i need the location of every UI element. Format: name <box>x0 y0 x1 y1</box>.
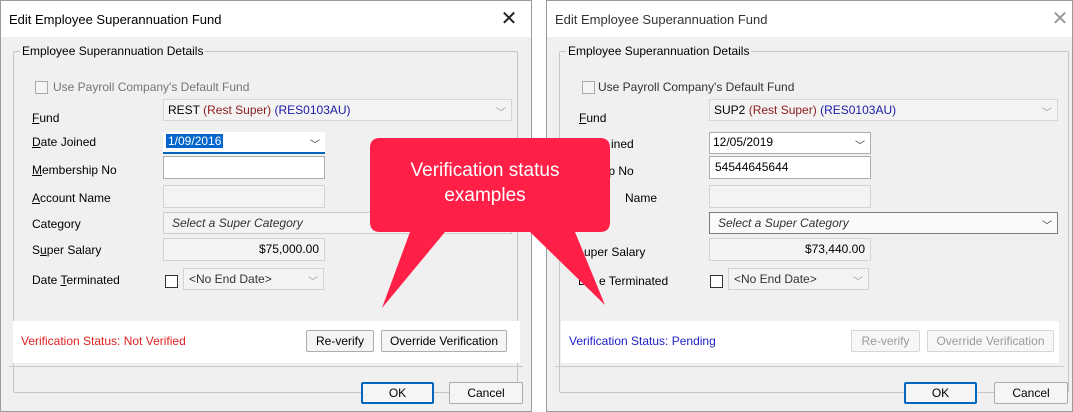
account-name-label: Account Name <box>32 191 111 205</box>
fund-usi: (RES0103AU) <box>820 103 897 117</box>
date-terminated-checkbox[interactable] <box>710 275 723 288</box>
end-date-value: <No End Date> <box>734 272 817 286</box>
date-joined-input[interactable]: 12/05/2019 ﹀ <box>709 132 871 154</box>
super-salary-input[interactable]: $73,440.00 <box>709 238 871 261</box>
reverify-button[interactable]: Re-verify <box>306 330 374 352</box>
footer-divider <box>9 366 523 367</box>
verification-status: Verification Status: Not Verified <box>21 334 186 348</box>
super-salary-input[interactable]: $75,000.00 <box>163 238 325 261</box>
close-icon[interactable]: ✕ <box>1048 7 1072 31</box>
category-placeholder: Select a Super Category <box>718 216 849 230</box>
category-select[interactable]: Select a Super Category <box>163 212 512 234</box>
membership-no-label: Membership No <box>32 163 117 177</box>
ok-button[interactable]: OK <box>904 382 977 404</box>
override-verification-button[interactable]: Override Verification <box>927 330 1054 352</box>
group-title: Employee Superannuation Details <box>20 44 206 58</box>
end-date-select[interactable]: <No End Date> ﹀ <box>183 268 324 290</box>
category-select[interactable]: Select a Super Category ﹀ <box>709 212 1058 234</box>
reverify-button[interactable]: Re-verify <box>851 330 920 352</box>
verification-panel: Verification Status: Not Verified Re-ver… <box>13 321 520 363</box>
account-name-label: Name <box>625 191 658 205</box>
fund-code: REST <box>168 103 200 117</box>
close-icon[interactable]: ✕ <box>497 7 521 31</box>
chevron-down-icon: ﹀ <box>855 141 865 152</box>
date-terminated-label-part-b: e Terminated <box>599 274 669 288</box>
use-default-fund-label: Use Payroll Company's Default Fund <box>598 80 795 94</box>
verification-panel: Verification Status: Pending Re-verify O… <box>561 321 1059 363</box>
callout-text: Verification status examples <box>370 158 600 208</box>
fund-select[interactable]: REST (Rest Super) (RES0103AU) ﹀ <box>163 99 512 121</box>
account-name-input[interactable] <box>163 185 325 208</box>
footer-divider <box>555 366 1064 367</box>
date-joined-value: 1/09/2016 <box>166 134 224 148</box>
category-label: Category <box>32 217 81 231</box>
fund-name: (Rest Super) <box>203 103 272 117</box>
end-date-select[interactable]: <No End Date> ﹀ <box>728 268 869 290</box>
fund-name: (Rest Super) <box>748 103 817 117</box>
group-title: Employee Superannuation Details <box>566 44 752 58</box>
date-joined-value: 12/05/2019 <box>713 135 774 149</box>
override-verification-button[interactable]: Override Verification <box>381 330 507 352</box>
fund-label: Fund <box>579 111 607 125</box>
date-joined-input[interactable]: 1/09/2016 ﹀ <box>163 132 325 154</box>
date-terminated-checkbox[interactable] <box>165 275 178 288</box>
title-bar: Edit Employee Superannuation Fund ✕ <box>1 1 531 37</box>
dialog-title: Edit Employee Superannuation Fund <box>555 12 768 27</box>
cancel-button[interactable]: Cancel <box>994 382 1068 404</box>
chevron-down-icon: ﹀ <box>1042 221 1052 232</box>
edit-super-fund-dialog-pending: Edit Employee Superannuation Fund ✕ Empl… <box>546 0 1073 412</box>
chevron-down-icon: ﹀ <box>308 277 318 288</box>
use-default-fund-checkbox[interactable] <box>35 81 48 94</box>
super-salary-label: uper Salary <box>584 245 646 259</box>
chevron-down-icon: ﹀ <box>496 108 506 119</box>
use-default-fund-label: Use Payroll Company's Default Fund <box>53 80 250 94</box>
chevron-down-icon: ﹀ <box>853 277 863 288</box>
callout-line-2: examples <box>444 185 526 206</box>
chevron-down-icon: ﹀ <box>310 140 320 151</box>
callout-line-1: Verification status <box>410 160 560 181</box>
membership-no-label: hip No <box>599 164 634 178</box>
fund-code: SUP2 <box>714 103 746 117</box>
fund-select[interactable]: SUP2 (Rest Super) (RES0103AU) ﹀ <box>709 99 1058 121</box>
date-terminated-label: Date Terminated <box>32 273 120 287</box>
verification-status: Verification Status: Pending <box>569 334 716 348</box>
account-name-input[interactable] <box>709 185 871 208</box>
dialog-title: Edit Employee Superannuation Fund <box>9 12 222 27</box>
date-joined-label: ined <box>611 137 634 151</box>
membership-no-input[interactable] <box>163 156 325 179</box>
title-bar: Edit Employee Superannuation Fund ✕ <box>547 1 1072 37</box>
date-joined-label: Date Joined <box>32 135 97 149</box>
super-salary-label: Super Salary <box>32 243 102 257</box>
date-terminated-label-part-a: D <box>578 274 587 288</box>
membership-no-input[interactable]: 54544645644 <box>709 156 871 179</box>
fund-usi: (RES0103AU) <box>274 103 351 117</box>
fund-label: Fund <box>32 111 60 125</box>
use-default-fund-checkbox[interactable] <box>582 81 595 94</box>
chevron-down-icon: ﹀ <box>1042 108 1052 119</box>
end-date-value: <No End Date> <box>189 272 272 286</box>
cancel-button[interactable]: Cancel <box>449 382 523 404</box>
ok-button[interactable]: OK <box>361 382 434 404</box>
